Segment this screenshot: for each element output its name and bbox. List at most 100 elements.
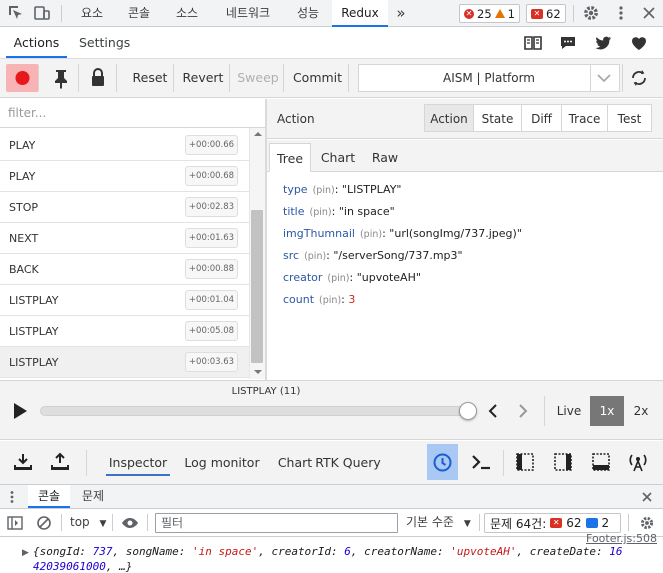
error-warning-counter[interactable]: ✕ 25 1 xyxy=(459,4,520,23)
sidebar-toggle-icon[interactable] xyxy=(7,516,23,530)
live-button[interactable]: Live xyxy=(551,396,587,426)
close-drawer-icon[interactable] xyxy=(640,490,654,504)
revert-button[interactable]: Revert xyxy=(177,64,230,92)
tree-row[interactable]: src (pin): "/serverSong/737.mp3" xyxy=(283,246,463,266)
drawer-tab-issues[interactable]: 문제 xyxy=(72,485,114,508)
action-item[interactable]: STOP +00:02.83 xyxy=(0,192,249,223)
filter-input[interactable] xyxy=(0,99,240,126)
kebab-menu-icon[interactable] xyxy=(612,4,630,22)
action-time: +00:03.63 xyxy=(185,352,238,372)
persist-button[interactable] xyxy=(427,444,458,480)
pin-link[interactable]: (pin) xyxy=(304,251,326,262)
tab-console[interactable]: 콘솔 xyxy=(116,0,162,27)
view-action-button[interactable]: Action xyxy=(424,104,474,132)
pin-link[interactable]: (pin) xyxy=(327,273,349,284)
tab-elements[interactable]: 요소 xyxy=(70,0,114,27)
tab-raw[interactable]: Raw xyxy=(365,143,405,172)
action-item[interactable]: BACK +00:00.88 xyxy=(0,254,249,285)
action-time: +00:00.68 xyxy=(185,166,238,186)
action-item[interactable]: PLAY +00:00.66 xyxy=(0,130,249,161)
action-list: PLAY +00:00.66 PLAY +00:00.68 STOP +00:0… xyxy=(0,128,249,379)
inspect-element-icon[interactable] xyxy=(7,4,25,22)
drawer-tab-console[interactable]: 콘솔 xyxy=(28,485,70,508)
action-item[interactable]: LISTPLAY +00:01.04 xyxy=(0,285,249,316)
more-tabs-button[interactable]: » xyxy=(390,0,412,27)
settings-gear-icon[interactable] xyxy=(582,4,600,22)
console-filter-input[interactable] xyxy=(155,513,398,533)
console-settings-gear-icon[interactable] xyxy=(639,515,655,531)
log-line-2[interactable]: 42039061000, …} xyxy=(33,560,132,573)
commit-button[interactable]: Commit xyxy=(287,64,349,92)
monitor-inspector-tab[interactable]: Inspector xyxy=(106,450,170,476)
sync-refresh-button[interactable] xyxy=(622,64,655,92)
pin-button[interactable] xyxy=(44,64,79,92)
sweep-button[interactable]: Sweep xyxy=(233,64,284,92)
view-trace-button[interactable]: Trace xyxy=(562,104,608,132)
play-icon[interactable] xyxy=(11,401,29,421)
live-expression-eye-icon[interactable] xyxy=(121,516,139,530)
monitor-log-tab[interactable]: Log monitor xyxy=(182,450,262,476)
pin-link[interactable]: (pin) xyxy=(360,229,382,240)
dock-right-icon[interactable] xyxy=(552,451,574,473)
tree-row[interactable]: imgThumnail (pin): "url(songImg/737.jpeg)… xyxy=(283,224,522,244)
tree-row[interactable]: count (pin): 3 xyxy=(283,290,355,310)
action-item[interactable]: LISTPLAY +00:05.08 xyxy=(0,316,249,347)
tab-chart[interactable]: Chart xyxy=(315,143,361,172)
slider-track[interactable] xyxy=(40,406,472,416)
tab-redux[interactable]: Redux xyxy=(332,0,388,27)
issues-counter[interactable]: ✕ 62 xyxy=(526,4,566,23)
tree-row[interactable]: title (pin): "in space" xyxy=(283,202,395,222)
tab-tree[interactable]: Tree xyxy=(269,143,311,172)
view-state-button[interactable]: State xyxy=(474,104,522,132)
lock-button[interactable] xyxy=(80,64,117,92)
tree-row[interactable]: creator (pin): "upvoteAH" xyxy=(283,268,421,288)
log-levels-select[interactable]: 기본 수준 ▼ xyxy=(406,509,471,536)
pin-link[interactable]: (pin) xyxy=(310,207,332,218)
feedback-chat-icon[interactable] xyxy=(558,33,578,53)
reset-button[interactable]: Reset xyxy=(127,64,174,92)
slider-handle[interactable] xyxy=(458,402,477,420)
pin-link[interactable]: (pin) xyxy=(313,185,335,196)
pin-link[interactable]: (pin) xyxy=(319,295,341,306)
clear-console-icon[interactable] xyxy=(36,515,52,531)
chevron-down-icon[interactable] xyxy=(596,73,612,83)
drawer-menu-icon[interactable] xyxy=(6,490,18,504)
instance-select[interactable]: AISM | Platform xyxy=(358,64,620,92)
context-select[interactable]: top ▼ xyxy=(70,509,106,536)
close-devtools-icon[interactable] xyxy=(640,4,658,22)
action-item-selected[interactable]: LISTPLAY +00:03.63 xyxy=(0,347,249,378)
dock-left-icon[interactable] xyxy=(514,451,536,473)
tab-actions[interactable]: Actions xyxy=(6,27,67,58)
twitter-bird-icon[interactable] xyxy=(593,33,613,53)
scroll-up-arrow-icon[interactable] xyxy=(253,131,263,137)
terminal-prompt-icon[interactable] xyxy=(470,451,492,473)
monitor-rtk-query-tab[interactable]: RTK Query xyxy=(300,450,396,476)
issues-summary-button[interactable]: 문제 64건: ✕ 62 2 xyxy=(484,513,621,533)
tab-settings[interactable]: Settings xyxy=(79,27,130,58)
view-test-button[interactable]: Test xyxy=(608,104,652,132)
action-item[interactable]: PLAY +00:00.68 xyxy=(0,161,249,192)
speed-2x-button[interactable]: 2x xyxy=(625,396,657,426)
dock-bottom-icon[interactable] xyxy=(590,451,612,473)
log-source-link[interactable]: Footer.js:508 xyxy=(586,532,657,545)
device-toggle-icon[interactable] xyxy=(33,4,51,22)
scroll-down-arrow-icon[interactable] xyxy=(253,369,263,375)
export-upload-icon[interactable] xyxy=(49,451,71,473)
step-forward-icon[interactable] xyxy=(516,403,530,419)
scrollbar-thumb[interactable] xyxy=(251,210,263,363)
step-back-icon[interactable] xyxy=(486,403,500,419)
docs-book-icon[interactable] xyxy=(523,33,543,53)
tab-network[interactable]: 네트워크 xyxy=(212,0,284,27)
expand-triangle-icon[interactable]: ▶ xyxy=(22,548,29,558)
speed-1x-button[interactable]: 1x xyxy=(590,396,624,426)
tab-sources[interactable]: 소스 xyxy=(164,0,210,27)
view-diff-button[interactable]: Diff xyxy=(522,104,562,132)
tab-performance[interactable]: 성능 xyxy=(286,0,330,27)
remote-antenna-icon[interactable] xyxy=(627,451,649,473)
record-button[interactable] xyxy=(6,64,39,92)
heart-icon[interactable] xyxy=(629,33,649,53)
tree-row[interactable]: type (pin): "LISTPLAY" xyxy=(283,180,402,200)
import-download-icon[interactable] xyxy=(12,451,34,473)
action-item[interactable]: NEXT +00:01.63 xyxy=(0,223,249,254)
log-line-1[interactable]: {songId: 737, songName: 'in space', crea… xyxy=(33,545,622,558)
